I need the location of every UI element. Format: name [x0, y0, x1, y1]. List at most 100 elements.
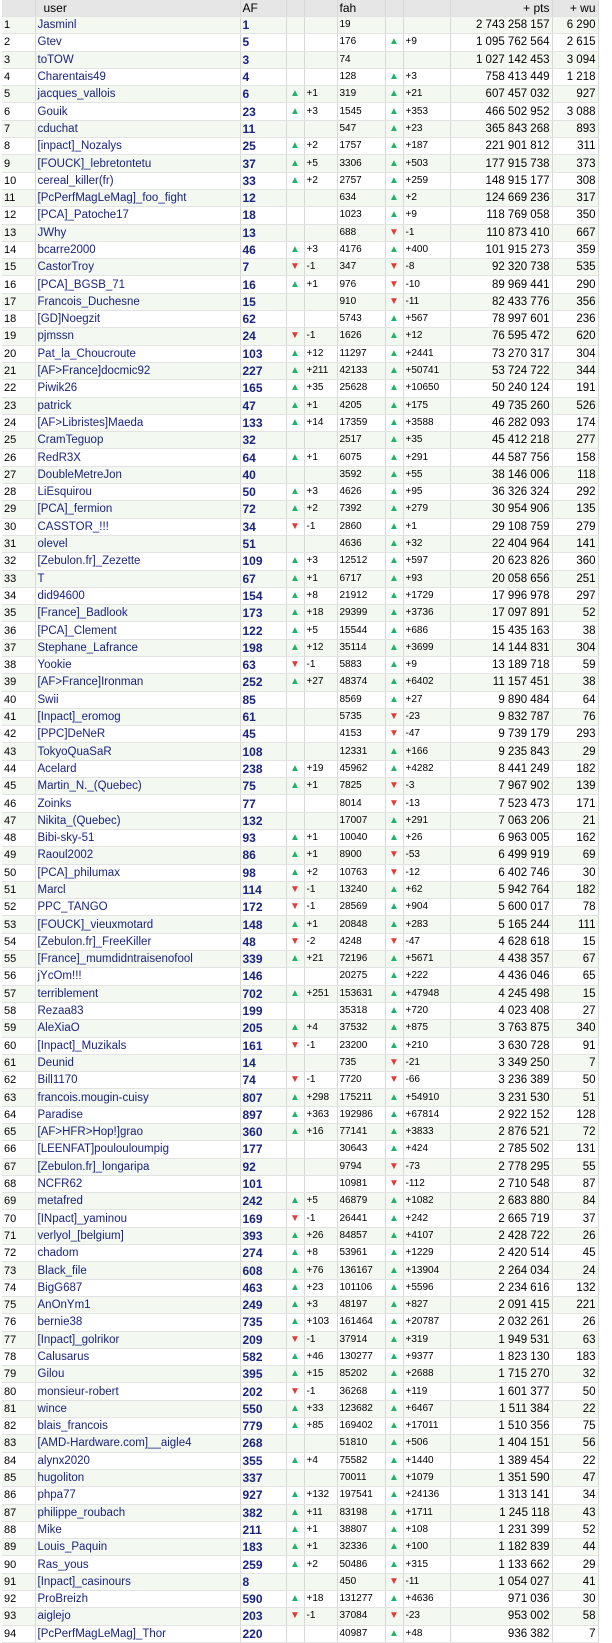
user-link[interactable]: did94600 [35, 587, 241, 606]
user-link[interactable]: Ras_yous [35, 1555, 241, 1574]
user-link[interactable]: Pat_la_Choucroute [35, 345, 241, 363]
user-link[interactable]: [LEENFAT]poulouloumpig [35, 1140, 241, 1159]
user-link[interactable]: [Inpact]_casinours [35, 1573, 241, 1592]
user-link[interactable]: [AF>France]Ironman [35, 673, 241, 692]
user-link[interactable]: Marcl [35, 881, 241, 900]
user-link[interactable]: [France]_mumdidntraisenofool [35, 950, 241, 969]
user-link[interactable]: Black_file [35, 1261, 241, 1280]
user-link[interactable]: [Zebulon.fr]_longaripa [35, 1158, 241, 1176]
user-link[interactable]: Gtev [35, 33, 241, 52]
user-link[interactable]: [PCA]_Patoche17 [35, 206, 241, 225]
user-link[interactable]: [PcPerfMagLeMag]_Thor [35, 1625, 241, 1643]
user-link[interactable]: monsieur-robert [35, 1382, 241, 1401]
user-link[interactable]: pjmssn [35, 327, 241, 346]
user-link[interactable]: BigG687 [35, 1279, 241, 1297]
user-link[interactable]: Gouik [35, 102, 241, 121]
user-link[interactable]: [PCA]_philumax [35, 864, 241, 882]
user-link[interactable]: jYcOm!!! [35, 967, 241, 986]
user-link[interactable]: [INpact]_yaminou [35, 1209, 241, 1228]
user-link[interactable]: CramTeguop [35, 431, 241, 450]
user-link[interactable]: [AMD-Hardware.com]__aigle4 [35, 1434, 241, 1453]
user-link[interactable]: wince [35, 1400, 241, 1419]
user-link[interactable]: Bibi-sky-51 [35, 829, 241, 848]
user-link[interactable]: [PCA]_Clement [35, 621, 241, 640]
user-link[interactable]: alynx2020 [35, 1452, 241, 1470]
header-af[interactable]: AF [240, 0, 287, 17]
user-link[interactable]: ProBreizh [35, 1590, 241, 1609]
user-link[interactable]: Stephane_Lafrance [35, 639, 241, 657]
user-link[interactable]: LiEsquirou [35, 483, 241, 502]
user-link[interactable]: Piwik26 [35, 379, 241, 398]
header-user[interactable]: user [35, 0, 241, 17]
user-link[interactable]: Raoul2002 [35, 846, 241, 865]
header-points[interactable]: + pts [450, 0, 553, 17]
user-link[interactable]: CASSTOR_!!! [35, 518, 241, 536]
user-link[interactable]: chadom [35, 1244, 241, 1263]
user-link[interactable]: TokyoQuaSaR [35, 742, 241, 761]
user-link[interactable]: [PcPerfMagLeMag]_foo_fight [35, 189, 241, 208]
user-link[interactable]: RedR3X [35, 448, 241, 467]
user-link[interactable]: Louis_Paquin [35, 1538, 241, 1557]
user-link[interactable]: [France]_Badlook [35, 604, 241, 623]
user-link[interactable]: Jasminl [35, 16, 241, 35]
user-link[interactable]: blais_francois [35, 1417, 241, 1436]
user-link[interactable]: JWhy [35, 224, 241, 242]
user-link[interactable]: AnOnYm1 [35, 1296, 241, 1315]
user-link[interactable]: philippe_roubach [35, 1504, 241, 1522]
user-link[interactable]: Paradise [35, 1106, 241, 1125]
user-link[interactable]: [Zebulon.fr]_FreeKiller [35, 933, 241, 952]
user-link[interactable]: CastorTroy [35, 258, 241, 277]
header-fah[interactable]: fah [337, 0, 386, 17]
user-link[interactable]: [AF>France]docmic92 [35, 362, 241, 381]
user-link[interactable]: Nikita_(Quebec) [35, 812, 241, 830]
user-link[interactable]: Gilou [35, 1365, 241, 1384]
user-link[interactable]: Mike [35, 1521, 241, 1540]
user-link[interactable]: Acelard [35, 760, 241, 779]
user-link[interactable]: Charentais49 [35, 68, 241, 87]
user-link[interactable]: Francois_Duchesne [35, 293, 241, 312]
user-link[interactable]: PPC_TANGO [35, 898, 241, 917]
user-link[interactable]: cereal_killer(fr) [35, 172, 241, 190]
user-link[interactable]: Rezaa83 [35, 1002, 241, 1021]
user-link[interactable]: francois.mougin-cuisy [35, 1088, 241, 1107]
user-link[interactable]: [Inpact]_Muzikals [35, 1037, 241, 1055]
points-cell: 2 876 521 [450, 1123, 553, 1142]
user-link[interactable]: [GD]Noegzit [35, 310, 241, 329]
user-link[interactable]: [Zebulon.fr]_Zezette [35, 552, 241, 571]
user-link[interactable]: Deunid [35, 1054, 241, 1073]
user-link[interactable]: NCFR62 [35, 1175, 241, 1194]
user-link[interactable]: hugoliton [35, 1469, 241, 1488]
user-link[interactable]: Yookie [35, 656, 241, 675]
user-link[interactable]: [AF>Libristes]Maeda [35, 414, 241, 433]
user-link[interactable]: [AF>HFR>Hop!]grao [35, 1123, 241, 1142]
user-link[interactable]: cduchat [35, 120, 241, 139]
user-link[interactable]: [Inpact]_golrikor [35, 1331, 241, 1349]
user-link[interactable]: aiglejo [35, 1607, 241, 1626]
user-link[interactable]: DoubleMetreJon [35, 466, 241, 485]
user-link[interactable]: Swii [35, 691, 241, 709]
user-link[interactable]: [PCA]_BGSB_71 [35, 275, 241, 294]
user-link[interactable]: [FOUCK]_lebretontetu [35, 154, 241, 173]
user-link[interactable]: olevel [35, 535, 241, 554]
user-link[interactable]: AleXiaO [35, 1019, 241, 1038]
user-link[interactable]: Zoinks [35, 794, 241, 813]
user-link[interactable]: metafred [35, 1192, 241, 1211]
header-wu[interactable]: + wu [552, 0, 599, 17]
user-link[interactable]: verlyol_[belgium] [35, 1227, 241, 1246]
user-link[interactable]: [Inpact]_eromog [35, 708, 241, 727]
user-link[interactable]: toTOW [35, 51, 241, 69]
user-link[interactable]: [PCA]_fermion [35, 500, 241, 519]
user-link[interactable]: phpa77 [35, 1486, 241, 1505]
user-link[interactable]: patrick [35, 397, 241, 415]
user-link[interactable]: jacques_vallois [35, 85, 241, 104]
user-link[interactable]: [FOUCK]_vieuxmotard [35, 915, 241, 934]
user-link[interactable]: bcarre2000 [35, 241, 241, 260]
user-link[interactable]: Calusarus [35, 1348, 241, 1367]
user-link[interactable]: bernie38 [35, 1313, 241, 1332]
user-link[interactable]: terriblement [35, 985, 241, 1003]
user-link[interactable]: [inpact]_Nozalys [35, 137, 241, 156]
user-link[interactable]: T [35, 570, 241, 588]
user-link[interactable]: [PPC]DeNeR [35, 725, 241, 744]
user-link[interactable]: Bill1170 [35, 1071, 241, 1090]
user-link[interactable]: Martin_N._(Quebec) [35, 777, 241, 796]
